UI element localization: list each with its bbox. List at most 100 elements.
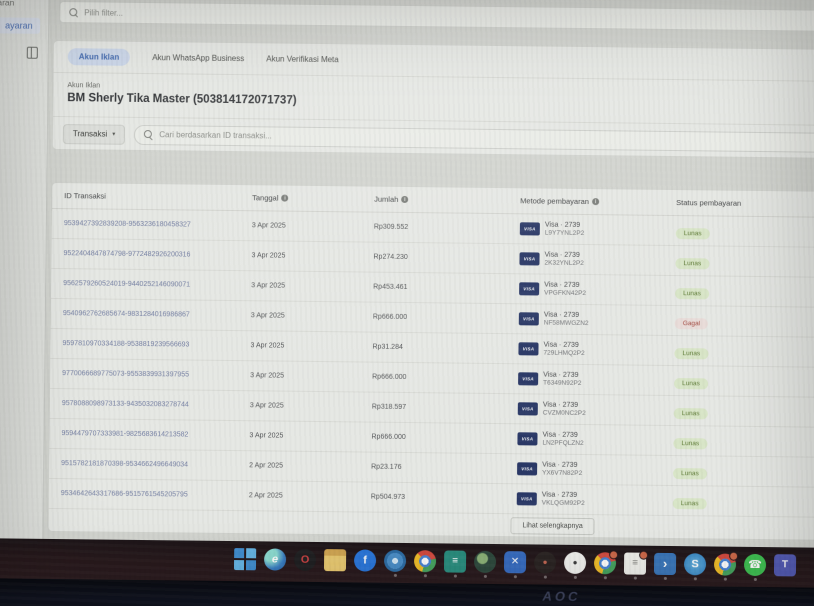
amount-cell: Rp23.176 <box>371 464 517 473</box>
password-manager-icon[interactable]: ● <box>564 551 586 573</box>
status-cell: Lunas <box>675 282 709 300</box>
billing-page: aran ayaran Akun Iklan Akun WhatsApp Bus… <box>0 0 814 548</box>
transaction-id-link[interactable]: 9594479707333981-9825683614213582 <box>61 430 249 439</box>
date-cell: 3 Apr 2025 <box>251 312 373 320</box>
screen-recorder-icon[interactable]: ● <box>534 551 556 573</box>
visa-card-icon: VISA <box>518 342 538 355</box>
header-tanggal: Tanggali <box>252 193 374 203</box>
status-cell: Lunas <box>676 222 710 240</box>
payment-method-cell: VISAVisa · 2739VPGFKN42P2 <box>519 280 675 299</box>
status-badge: Lunas <box>674 408 708 419</box>
search-icon <box>144 130 153 139</box>
header-metode-pembayaran: Metode pembayarani <box>520 196 676 207</box>
transaction-id-link[interactable]: 9540962762685674-9831284016986867 <box>63 310 251 319</box>
status-badge: Lunas <box>675 288 709 299</box>
amount-cell: Rp274.230 <box>373 254 519 263</box>
aoc-logo: AOC <box>541 589 582 604</box>
payment-method-cell: VISAVisa · 2739YX6V7N82P2 <box>517 460 673 479</box>
tab-akun-verifikasi-meta[interactable]: Akun Verifikasi Meta <box>266 54 339 64</box>
visa-card-icon: VISA <box>518 402 538 415</box>
date-cell: 3 Apr 2025 <box>250 342 372 350</box>
lihat-selengkapnya-button[interactable]: Lihat selengkapnya <box>510 517 595 535</box>
photos-app-icon[interactable] <box>384 549 406 571</box>
account-card: Akun Iklan Akun WhatsApp Business Akun V… <box>52 40 814 159</box>
transaction-id-link[interactable]: 9578088098973133-9435032083278744 <box>62 400 250 409</box>
status-badge: Lunas <box>673 438 707 449</box>
status-badge: Gagal <box>675 318 708 329</box>
status-badge: Lunas <box>675 258 709 269</box>
amount-cell: Rp666.000 <box>373 314 519 323</box>
opera-icon[interactable]: O <box>294 548 316 570</box>
status-cell: Lunas <box>673 492 707 510</box>
tab-akun-iklan[interactable]: Akun Iklan <box>68 48 131 66</box>
skype-icon[interactable]: S <box>684 553 706 575</box>
date-cell: 3 Apr 2025 <box>251 282 373 290</box>
date-cell: 3 Apr 2025 <box>250 372 372 380</box>
chrome-icon[interactable] <box>414 550 436 572</box>
date-cell: 3 Apr 2025 <box>249 432 371 440</box>
facebook-icon[interactable]: f <box>354 549 376 571</box>
chrome-profile-icon[interactable] <box>714 553 736 575</box>
amount-cell: Rp666.000 <box>371 434 517 443</box>
text-editor-icon[interactable]: ≡ <box>624 552 646 574</box>
status-cell: Lunas <box>674 372 708 390</box>
transaction-id-link[interactable]: 9534642643317686-9515761545205795 <box>61 490 249 499</box>
transactions-table: ID Transaksi Tanggali Jumlahi Metode pem… <box>47 182 814 541</box>
amount-cell: Rp453.461 <box>373 284 519 293</box>
amount-cell: Rp31.284 <box>372 344 518 353</box>
date-cell: 3 Apr 2025 <box>252 222 374 230</box>
file-explorer-icon[interactable] <box>324 549 346 571</box>
x-app-icon[interactable]: ✕ <box>504 551 526 573</box>
payment-method-cell: VISAVisa · 2739LN2PFQLZN2 <box>517 430 673 449</box>
search-icon <box>69 8 78 17</box>
status-cell: Lunas <box>673 432 707 450</box>
visa-card-icon: VISA <box>519 252 539 265</box>
transaction-id-link[interactable]: 9770066689775073-9553839931397955 <box>62 370 250 379</box>
status-cell: Lunas <box>674 402 708 420</box>
transaction-id-link[interactable]: 9562579260524019-9440252146090071 <box>63 280 251 289</box>
payment-method-cell: VISAVisa · 2739L9Y7YNL2P2 <box>520 220 676 239</box>
transaction-id-link[interactable]: 9539427392839208-9563236180458327 <box>64 220 252 229</box>
visa-card-icon: VISA <box>519 312 539 325</box>
teams-icon[interactable]: T <box>774 554 796 576</box>
notes-app-icon[interactable]: ≡ <box>444 550 466 572</box>
payment-method-cell: VISAVisa · 2739CVZM0NC2P2 <box>518 400 674 419</box>
info-icon: i <box>401 196 408 203</box>
vscode-icon[interactable]: › <box>654 552 676 574</box>
media-app-icon[interactable] <box>474 550 496 572</box>
transaction-id-link[interactable]: 9597810970334188-9538819239566693 <box>62 340 250 349</box>
amount-cell: Rp504.973 <box>371 494 517 503</box>
transaction-search-input[interactable] <box>159 130 814 147</box>
transaction-id-link[interactable]: 9515782181870398-9534662496649034 <box>61 460 249 469</box>
tab-akun-whatsapp-business[interactable]: Akun WhatsApp Business <box>152 53 244 63</box>
edge-icon[interactable]: e <box>264 548 286 570</box>
windows-start-icon[interactable] <box>234 548 256 570</box>
transaksi-dropdown[interactable]: Transaksi ▾ <box>63 124 126 145</box>
status-cell: Lunas <box>674 342 708 360</box>
payment-method-cell: VISAVisa · 2739VKLQGM92P2 <box>517 490 673 509</box>
visa-card-icon: VISA <box>520 222 540 235</box>
status-badge: Lunas <box>673 498 707 509</box>
status-badge: Lunas <box>673 468 707 479</box>
sidebar-item-payments[interactable]: ayaran <box>0 17 40 34</box>
status-cell: Lunas <box>673 462 707 480</box>
whatsapp-icon[interactable]: ☎ <box>744 553 766 575</box>
header-jumlah: Jumlahi <box>374 195 520 206</box>
status-cell: Lunas <box>675 252 709 270</box>
amount-cell: Rp666.000 <box>372 374 518 383</box>
transaction-id-link[interactable]: 9522404847874798-9772482926200316 <box>63 250 251 259</box>
payment-method-cell: VISAVisa · 2739NF58MWGZN2 <box>519 310 675 329</box>
chrome-profile-icon[interactable] <box>594 552 616 574</box>
info-icon: i <box>281 195 288 202</box>
sidebar-item-partial[interactable]: aran <box>0 0 14 8</box>
date-cell: 2 Apr 2025 <box>249 462 371 470</box>
payment-method-cell: VISAVisa · 2739729LHMQ2P2 <box>518 340 674 359</box>
collapse-sidebar-icon[interactable] <box>27 47 38 59</box>
filter-input[interactable] <box>84 8 814 25</box>
status-badge: Lunas <box>674 378 708 389</box>
status-badge: Lunas <box>676 228 710 239</box>
date-cell: 3 Apr 2025 <box>251 252 373 260</box>
info-icon: i <box>592 198 599 205</box>
chevron-down-icon: ▾ <box>112 131 115 138</box>
status-badge: Lunas <box>674 348 708 359</box>
